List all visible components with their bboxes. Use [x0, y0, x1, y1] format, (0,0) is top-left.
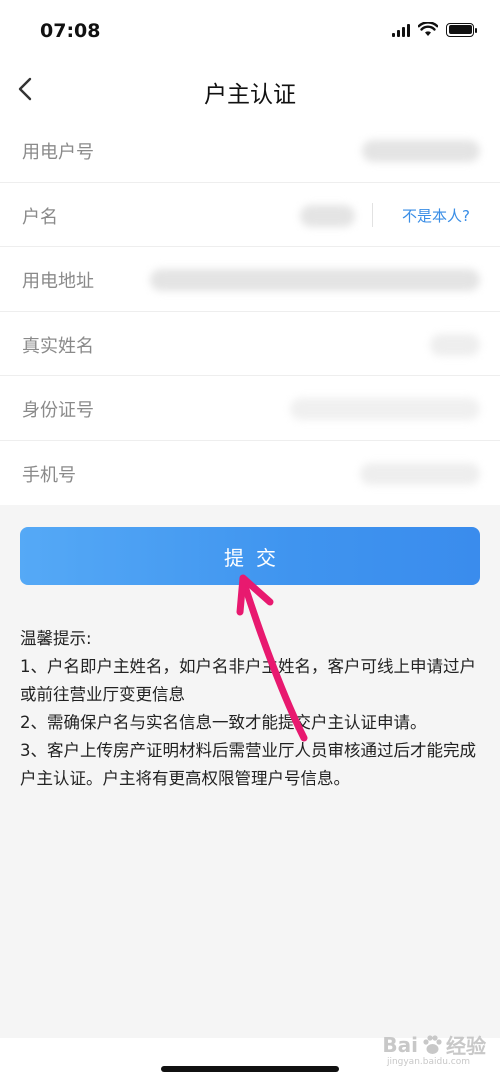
id-number-value-redacted	[290, 398, 480, 420]
address-value-redacted	[150, 269, 480, 291]
tips-title: 温馨提示:	[20, 629, 92, 648]
paw-icon	[423, 1034, 442, 1054]
tips-line: 2、需确保户名与实名信息一致才能提交户主认证申请。	[20, 713, 427, 732]
account-name-label: 户名	[22, 206, 58, 228]
tips-line: 1、户名即户主姓名，如户名非户主姓名，客户可线上申请过户或前往营业厅变更信息	[20, 657, 476, 704]
nav-bar: 户主认证	[0, 62, 500, 118]
page-title: 户主认证	[204, 82, 296, 108]
phone-value-redacted	[360, 462, 480, 485]
status-time: 07:08	[40, 20, 101, 42]
real-name-label: 真实姓名	[22, 335, 94, 357]
form-row-account-number: 用电户号	[0, 118, 500, 183]
home-indicator[interactable]	[161, 1066, 339, 1072]
owner-info-form: 用电户号 户名 不是本人? 用电地址 真实姓名 身份证号 手机号	[0, 118, 500, 505]
tips-line: 3、客户上传房产证明材料后需营业厅人员审核通过后才能完成户主认证。户主将有更高权…	[20, 741, 476, 788]
id-number-label: 身份证号	[22, 400, 94, 421]
watermark-domain: jingyan.baidu.com	[386, 1057, 470, 1067]
form-row-id-number: 身份证号	[0, 376, 500, 441]
phone-label: 手机号	[22, 464, 76, 486]
status-bar: 07:08	[0, 0, 500, 62]
submit-button[interactable]: 提交	[20, 527, 480, 585]
account-number-value-redacted	[362, 140, 480, 162]
wifi-icon	[418, 22, 438, 36]
battery-icon	[446, 22, 477, 37]
watermark-brand-suffix: 经验	[446, 1034, 486, 1058]
form-row-phone: 手机号	[0, 441, 500, 506]
baidu-watermark: Bai 经验	[382, 1030, 486, 1059]
address-label: 用电地址	[22, 271, 94, 292]
form-row-account-name: 户名 不是本人?	[0, 183, 500, 247]
cellular-signal-icon	[392, 23, 410, 37]
tips-section: 温馨提示: 1、户名即户主姓名，如户名非户主姓名，客户可线上申请过户或前往营业厅…	[20, 625, 482, 793]
real-name-value-redacted	[430, 333, 480, 356]
not-self-link[interactable]: 不是本人?	[402, 205, 470, 226]
account-number-label: 用电户号	[22, 142, 94, 163]
divider	[372, 202, 373, 227]
form-row-real-name: 真实姓名	[0, 312, 500, 376]
form-row-address: 用电地址	[0, 247, 500, 312]
account-name-value-redacted	[300, 204, 355, 227]
status-icons	[392, 22, 477, 37]
watermark-brand: Bai	[382, 1032, 418, 1057]
